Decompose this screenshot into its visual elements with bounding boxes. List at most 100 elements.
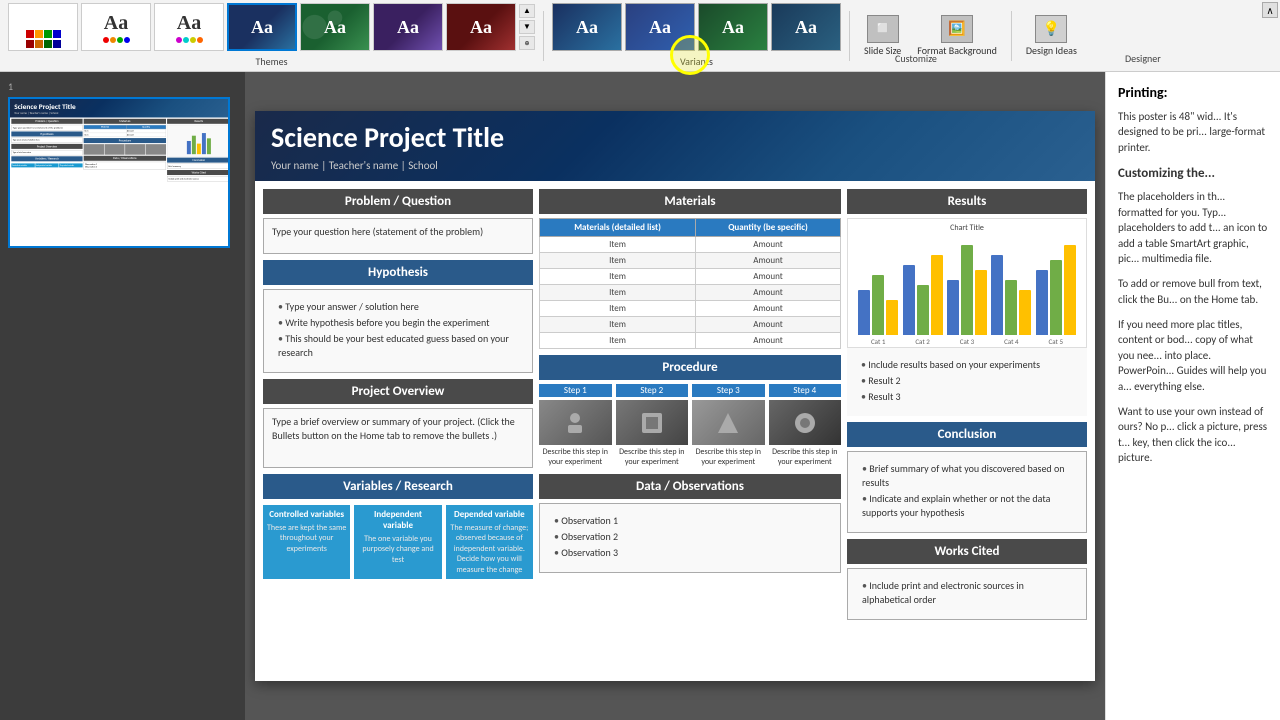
- theme-4[interactable]: Aa: [227, 3, 297, 51]
- materials-table: Materials (detailed list) Quantity (be s…: [539, 218, 841, 349]
- step-4: Step 4 Describe this step in your experi…: [769, 384, 842, 468]
- x-label-1: Cat 1: [871, 337, 886, 346]
- divider-2: [849, 11, 850, 61]
- bar-3-1: [947, 280, 959, 335]
- design-panel: Printing: This poster is 48" wid... It's…: [1105, 72, 1280, 720]
- problem-section: Problem / Question Type your question he…: [263, 189, 533, 254]
- themes-scroll-down[interactable]: ▼: [519, 20, 535, 34]
- themes-scroll-more[interactable]: ⊕: [519, 36, 535, 50]
- qty-6: Amount: [696, 317, 841, 333]
- bar-group-3: [947, 245, 987, 335]
- controlled-var-box: Controlled variables These are kept the …: [263, 505, 350, 579]
- bar-group-2: [903, 255, 943, 335]
- data-header: Data / Observations: [539, 474, 841, 499]
- results-list: Include results based on your experiment…: [855, 354, 1079, 410]
- theme-6[interactable]: Aa: [373, 3, 443, 51]
- table-row: ItemAmount: [540, 333, 841, 349]
- variant-3[interactable]: Aa: [698, 3, 768, 51]
- left-column: Problem / Question Type your question he…: [263, 189, 533, 620]
- slides-panel: 1 Science Project Title Your name | Teac…: [0, 72, 245, 720]
- dependent-var-box: Depended variable The measure of change;…: [446, 505, 533, 579]
- step-3-desc: Describe this step in your experiment: [692, 447, 765, 468]
- divider-3: [1011, 11, 1012, 61]
- bar-4-1: [991, 255, 1003, 335]
- item-4: Item: [540, 285, 696, 301]
- variant-4[interactable]: Aa: [771, 3, 841, 51]
- variables-header: Variables / Research: [263, 474, 533, 499]
- hypothesis-content: Type your answer / solution here Write h…: [263, 289, 533, 373]
- steps-grid: Step 1 Describe this step in your experi…: [539, 384, 841, 468]
- hypothesis-bullet-1: Type your answer / solution here: [278, 300, 518, 314]
- themes-scroll-up[interactable]: ▲: [519, 4, 535, 18]
- variant-1[interactable]: Aa: [552, 3, 622, 51]
- observation-3: Observation 3: [554, 546, 826, 560]
- slide-title: Science Project Title: [271, 120, 1079, 155]
- design-panel-para-5: Want to use your own instead of ours? No…: [1118, 404, 1268, 466]
- conclusion-bullet-2: Indicate and explain whether or not the …: [862, 492, 1072, 520]
- variables-boxes: Controlled variables These are kept the …: [263, 505, 533, 579]
- item-5: Item: [540, 301, 696, 317]
- right-column: Results Chart Title: [847, 189, 1087, 620]
- result-1: Include results based on your experiment…: [861, 358, 1073, 372]
- step-2-desc: Describe this step in your experiment: [616, 447, 689, 468]
- controlled-var-content: These are kept the same throughout your …: [267, 523, 346, 554]
- variant-2[interactable]: Aa: [625, 3, 695, 51]
- step-4-image: [769, 400, 842, 445]
- bar-4-3: [1019, 290, 1031, 335]
- theme-5[interactable]: Aa: [300, 3, 370, 51]
- qty-5: Amount: [696, 301, 841, 317]
- table-row: ItemAmount: [540, 237, 841, 253]
- x-label-2: Cat 2: [915, 337, 930, 346]
- works-cited-item: Include print and electronic sources in …: [862, 579, 1072, 607]
- slide-thumbnail-1[interactable]: Science Project Title Your name | Teache…: [8, 97, 237, 248]
- theme-1[interactable]: [8, 3, 78, 51]
- controlled-var-title: Controlled variables: [267, 509, 346, 520]
- hypothesis-bullet-2: Write hypothesis before you begin the ex…: [278, 316, 518, 330]
- conclusion-content: Brief summary of what you discovered bas…: [847, 451, 1087, 533]
- theme-2[interactable]: Aa: [81, 3, 151, 51]
- design-panel-para-3: To add or remove bull from text, click t…: [1118, 276, 1268, 307]
- results-section: Results Chart Title: [847, 189, 1087, 416]
- theme-7[interactable]: Aa: [446, 3, 516, 51]
- step-4-desc: Describe this step in your experiment: [769, 447, 842, 468]
- bar-1-1: [858, 290, 870, 335]
- materials-header: Materials: [539, 189, 841, 214]
- qty-4: Amount: [696, 285, 841, 301]
- step-3: Step 3 Describe this step in your experi…: [692, 384, 765, 468]
- observation-2: Observation 2: [554, 530, 826, 544]
- step-1-label: Step 1: [539, 384, 612, 397]
- project-overview-section: Project Overview Type a brief overview o…: [263, 379, 533, 468]
- bar-group-5: [1036, 245, 1076, 335]
- item-1: Item: [540, 237, 696, 253]
- collapse-ribbon-btn[interactable]: ∧: [1262, 2, 1278, 18]
- hypothesis-header: Hypothesis: [263, 260, 533, 285]
- design-panel-title: Printing:: [1118, 84, 1268, 101]
- step-2-label: Step 2: [616, 384, 689, 397]
- bar-5-1: [1036, 270, 1048, 335]
- table-row: ItemAmount: [540, 285, 841, 301]
- chart-x-labels: Cat 1 Cat 2 Cat 3 Cat 4 Cat 5: [852, 337, 1082, 346]
- bar-2-2: [917, 285, 929, 335]
- step-4-icon: [790, 408, 820, 438]
- results-chart: Chart Title: [847, 218, 1087, 348]
- design-panel-para-2: The placeholders in th... formatted for …: [1118, 189, 1268, 266]
- slide-canvas[interactable]: Science Project Title Your name | Teache…: [255, 111, 1095, 681]
- slide-canvas-area: Science Project Title Your name | Teache…: [245, 72, 1105, 720]
- procedure-header: Procedure: [539, 355, 841, 380]
- hypothesis-list: Type your answer / solution here Write h…: [272, 296, 524, 366]
- item-6: Item: [540, 317, 696, 333]
- qty-3: Amount: [696, 269, 841, 285]
- conclusion-bullet-1: Brief summary of what you discovered bas…: [862, 462, 1072, 490]
- slide-number: 1: [8, 80, 237, 93]
- customize-label: Customize: [895, 52, 937, 65]
- hypothesis-section: Hypothesis Type your answer / solution h…: [263, 260, 533, 373]
- design-ideas-label: Design Ideas: [1026, 45, 1077, 57]
- item-7: Item: [540, 333, 696, 349]
- x-label-3: Cat 3: [960, 337, 975, 346]
- problem-content: Type your question here (statement of th…: [263, 218, 533, 254]
- conclusion-list: Brief summary of what you discovered bas…: [856, 458, 1078, 526]
- design-ideas-btn[interactable]: 💡 Design Ideas: [1020, 11, 1083, 61]
- independent-var-content: The one variable you purposely change an…: [358, 534, 437, 565]
- theme-3[interactable]: Aa: [154, 3, 224, 51]
- bar-5-3: [1064, 245, 1076, 335]
